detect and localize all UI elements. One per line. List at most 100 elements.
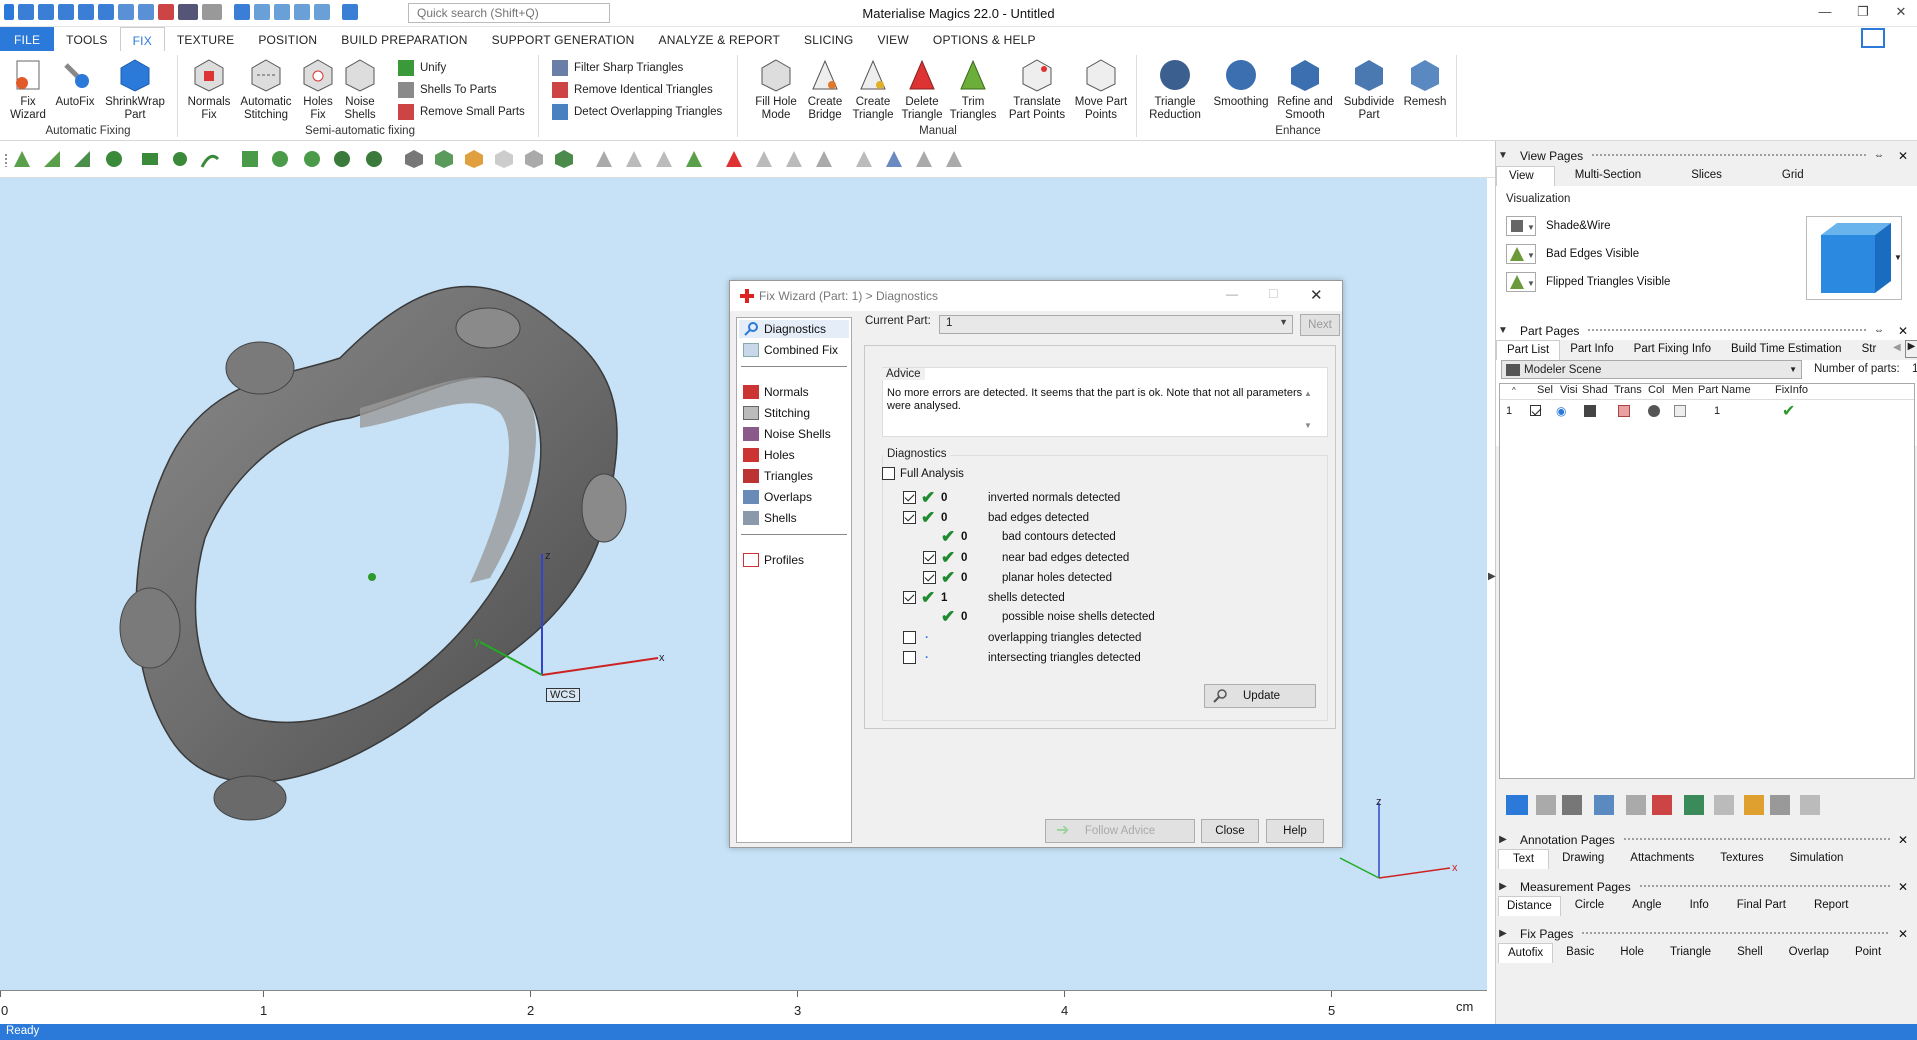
mark-edges-icon[interactable] [240, 149, 260, 169]
shells-checkbox[interactable] [903, 591, 916, 604]
tab-drawing[interactable]: Drawing [1549, 849, 1617, 869]
col-shad[interactable]: Shad [1582, 384, 1608, 396]
dialog-minimize-button[interactable]: — [1226, 287, 1238, 301]
tab-part-list[interactable]: Part List [1496, 340, 1561, 360]
sort-caret-icon[interactable]: ^ [1512, 386, 1516, 395]
mark-all-icon[interactable] [854, 149, 874, 169]
pin-icon[interactable]: ⇔ [1874, 325, 1884, 336]
vis-flipped-triangles[interactable]: ▼ Flipped Triangles Visible [1506, 272, 1670, 292]
col-men[interactable]: Men [1672, 384, 1693, 396]
mark-plane-icon[interactable] [42, 149, 62, 169]
remesh-button[interactable]: Remesh [1402, 57, 1448, 109]
normals-fix-button[interactable]: Normals Fix [184, 57, 234, 122]
col-col[interactable]: Col [1648, 384, 1665, 396]
close-window-button[interactable]: ✕ [1886, 4, 1916, 20]
col-trans[interactable]: Trans [1614, 384, 1642, 396]
nav-noise-shells[interactable]: Noise Shells [743, 427, 831, 441]
tab-part-info[interactable]: Part Info [1560, 340, 1623, 360]
mark-noise-icon[interactable] [302, 149, 322, 169]
holes-fix-button[interactable]: Holes Fix [298, 57, 338, 122]
near-bad-edges-checkbox[interactable] [923, 551, 936, 564]
minimize-button[interactable]: — [1810, 4, 1840, 19]
nav-diagnostics[interactable]: Diagnostics [743, 322, 826, 336]
mark-curvature-icon[interactable] [170, 149, 190, 169]
tab-report[interactable]: Report [1800, 896, 1863, 916]
tab-tools[interactable]: TOOLS [54, 27, 119, 51]
col-visi[interactable]: Visi [1560, 384, 1578, 396]
tab-texture[interactable]: TEXTURE [165, 27, 246, 51]
row-select-checkbox[interactable] [1530, 405, 1541, 416]
next-button[interactable]: Next [1300, 314, 1340, 336]
tab-hole[interactable]: Hole [1607, 943, 1657, 963]
overlapping-checkbox[interactable] [903, 631, 916, 644]
tab-build-time[interactable]: Build Time Estimation [1721, 340, 1852, 360]
update-button[interactable]: Update [1204, 684, 1316, 708]
parts-tool-icon-2[interactable] [1536, 795, 1556, 815]
tab-point[interactable]: Point [1842, 943, 1894, 963]
shading-icon[interactable] [1584, 405, 1596, 417]
mark-lines-icon[interactable] [914, 149, 934, 169]
bad-edges-checkbox[interactable] [903, 511, 916, 524]
unmark-triangle-icon[interactable] [594, 149, 614, 169]
mark-areas-icon[interactable] [270, 149, 290, 169]
tabs-left-icon[interactable]: ◀ [1893, 342, 1901, 353]
remove-identical-triangles-button[interactable]: Remove Identical Triangles [552, 82, 713, 98]
parts-tool-icon-10[interactable] [1770, 795, 1790, 815]
tab-analyze-report[interactable]: ANALYZE & REPORT [647, 27, 792, 51]
parts-tool-icon-8[interactable] [1714, 795, 1734, 815]
cube-view-1-icon[interactable] [404, 149, 424, 169]
nav-combined-fix[interactable]: Combined Fix [743, 343, 838, 357]
tab-fix[interactable]: FIX [119, 27, 165, 51]
subdivide-part-button[interactable]: Subdivide Part [1338, 57, 1400, 122]
current-part-select[interactable]: 1 ▼ [939, 315, 1293, 334]
view-cube-preview[interactable] [1806, 216, 1902, 300]
translate-part-points-button[interactable]: Translate Part Points [1002, 57, 1072, 122]
shells-to-parts-button[interactable]: Shells To Parts [398, 82, 497, 98]
tab-overlap[interactable]: Overlap [1776, 943, 1842, 963]
panel-collapse-arrow-icon[interactable]: ▶ [1488, 571, 1496, 582]
tab-position[interactable]: POSITION [246, 27, 329, 51]
tab-view[interactable]: VIEW [865, 27, 920, 51]
advice-scroll-up-icon[interactable]: ▲ [1304, 389, 1312, 398]
mark-contour-icon[interactable] [200, 149, 220, 169]
nav-normals[interactable]: Normals [743, 385, 809, 399]
close-pages-icon[interactable]: ✕ [1898, 149, 1908, 163]
tab-multi-section[interactable]: Multi-Section [1555, 166, 1651, 186]
parts-tool-icon-9[interactable] [1744, 795, 1764, 815]
shrink-marking-icon[interactable] [814, 149, 834, 169]
ribbon-toggle-icon[interactable] [1861, 28, 1885, 48]
restore-button[interactable]: ❐ [1848, 4, 1878, 20]
tab-final-part[interactable]: Final Part [1723, 896, 1800, 916]
unmark-plane-icon[interactable] [624, 149, 644, 169]
unmark-all-icon[interactable] [944, 149, 964, 169]
fix-pages-header[interactable]: ▶ Fix Pages ✕ [1496, 924, 1917, 943]
nav-stitching[interactable]: Stitching [743, 406, 810, 420]
tab-info[interactable]: Info [1676, 896, 1723, 916]
tab-grid[interactable]: Grid [1732, 166, 1814, 186]
view-pages-header[interactable]: ▼ View Pages ⇔ ✕ [1496, 146, 1917, 165]
fill-hole-mode-button[interactable]: Fill Hole Mode [752, 57, 800, 122]
fix-wizard-button[interactable]: Fix Wizard [6, 57, 50, 122]
remove-small-parts-button[interactable]: Remove Small Parts [398, 104, 525, 120]
expand-marking-icon[interactable] [784, 149, 804, 169]
detect-overlapping-triangles-button[interactable]: Detect Overlapping Triangles [552, 104, 722, 120]
tab-slices[interactable]: Slices [1651, 166, 1732, 186]
close-pages-icon[interactable]: ✕ [1898, 880, 1908, 894]
full-analysis-checkbox[interactable]: Full Analysis [882, 467, 964, 480]
nav-shells[interactable]: Shells [743, 511, 797, 525]
tab-simulation[interactable]: Simulation [1777, 849, 1857, 869]
tab-basic[interactable]: Basic [1553, 943, 1607, 963]
dialog-maximize-button[interactable]: ☐ [1268, 287, 1279, 301]
measurement-pages-header[interactable]: ▶ Measurement Pages ✕ [1496, 877, 1917, 896]
view-cube-dropdown-icon[interactable]: ▼ [1894, 253, 1902, 262]
mark-sphere-icon[interactable] [332, 149, 352, 169]
annotation-pages-header[interactable]: ▶ Annotation Pages ✕ [1496, 830, 1917, 849]
delete-triangle-button[interactable]: Delete Triangle [898, 57, 946, 122]
col-part-name[interactable]: Part Name [1698, 384, 1751, 396]
unify-button[interactable]: Unify [398, 60, 446, 76]
parts-tool-icon-3[interactable] [1562, 795, 1582, 815]
triangle-reduction-button[interactable]: Triangle Reduction [1142, 57, 1208, 122]
nav-triangles[interactable]: Triangles [743, 469, 813, 483]
vis-shade-wire[interactable]: ▼ Shade&Wire [1506, 216, 1611, 236]
nav-overlaps[interactable]: Overlaps [743, 490, 812, 504]
